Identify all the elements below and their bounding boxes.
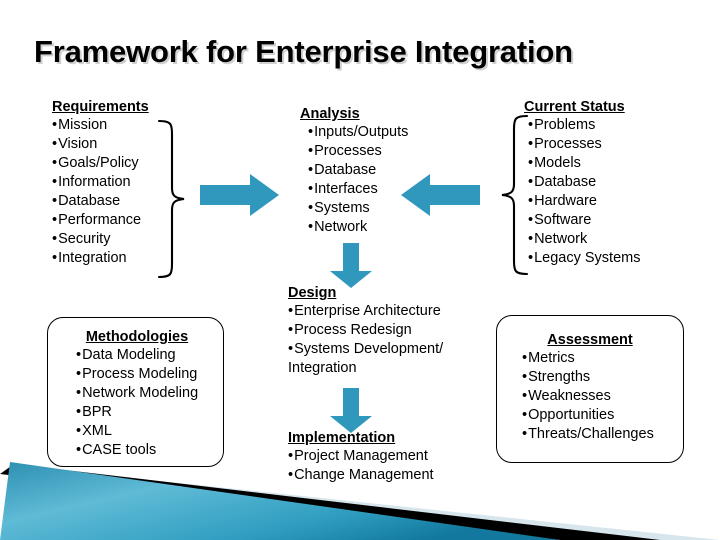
list-item-continuation: Integration [288,360,357,376]
block-assessment: Assessment Metrics Strengths Weaknesses … [510,332,670,444]
requirements-list: Mission Vision Goals/Policy Information … [52,116,149,268]
list-item: Interfaces [308,180,408,199]
design-heading: Design [288,285,337,301]
list-item: Goals/Policy [52,154,149,173]
list-item: Enterprise Architecture [288,302,443,321]
arrow-down-design-to-implementation [330,388,372,433]
implementation-heading: Implementation [288,430,396,446]
list-item: Network Modeling [76,384,212,403]
list-item: Process Modeling [76,365,212,384]
arrow-left-status-to-analysis [401,174,480,216]
list-item: Metrics [522,349,670,368]
list-item: Project Management [288,447,434,466]
list-item: Process Redesign [288,321,443,340]
list-item: Processes [308,142,408,161]
list-item: Software [528,211,640,230]
block-requirements: Requirements Mission Vision Goals/Policy… [52,99,149,268]
list-item: Systems [308,199,408,218]
list-item: Network [308,218,408,237]
list-item: Weaknesses [522,387,670,406]
block-design: Design Enterprise Architecture Process R… [288,285,443,378]
analysis-list: Inputs/Outputs Processes Database Interf… [300,123,408,237]
assessment-heading: Assessment [547,332,633,348]
methodologies-heading: Methodologies [85,329,189,345]
requirements-heading: Requirements [52,99,149,115]
list-item: Database [308,161,408,180]
list-item: Change Management [288,466,433,485]
list-item: Threats/Challenges [522,425,670,444]
block-analysis: Analysis Inputs/Outputs Processes Databa… [300,106,408,237]
brace-requirements [157,119,185,279]
list-item: BPR [76,403,212,422]
arrow-down-analysis-to-design [330,243,372,288]
current-status-list: Problems Processes Models Database Hardw… [524,116,640,268]
list-item: CASE tools [76,441,212,460]
design-list: Enterprise Architecture Process Redesign… [288,302,443,378]
assessment-list: Metrics Strengths Weaknesses Opportuniti… [510,349,670,444]
list-item: Problems [528,116,640,135]
slide-canvas: Framework for Enterprise Integration Req… [0,0,720,540]
list-item: Strengths [522,368,670,387]
list-item: Processes [528,135,640,154]
list-item: Performance [52,211,149,230]
list-item: Hardware [528,192,640,211]
arrow-right-requirements-to-analysis [200,174,279,216]
list-item: Legacy Systems [528,249,640,268]
list-item: Opportunities [522,406,670,425]
methodologies-list: Data Modeling Process Modeling Network M… [62,346,212,460]
implementation-list: Project Management Change Management [288,447,434,485]
list-item: XML [76,422,212,441]
list-item: Information [52,173,149,192]
block-current-status: Current Status Problems Processes Models… [524,99,640,268]
block-methodologies: Methodologies Data Modeling Process Mode… [62,329,212,460]
list-item: Database [52,192,149,211]
list-item: Security [52,230,149,249]
analysis-heading: Analysis [300,106,360,122]
list-item: Network [528,230,640,249]
list-item: Data Modeling [76,346,212,365]
list-item: Models [528,154,640,173]
block-implementation: Implementation Project Management Change… [288,430,434,485]
list-item: Systems Development/ [288,340,443,359]
list-item: Inputs/Outputs [308,123,408,142]
list-item: Vision [52,135,149,154]
list-item: Mission [52,116,149,135]
list-item: Integration [52,249,149,268]
page-title: Framework for Enterprise Integration [34,34,573,69]
list-item: Database [528,173,640,192]
current-status-heading: Current Status [524,99,625,115]
